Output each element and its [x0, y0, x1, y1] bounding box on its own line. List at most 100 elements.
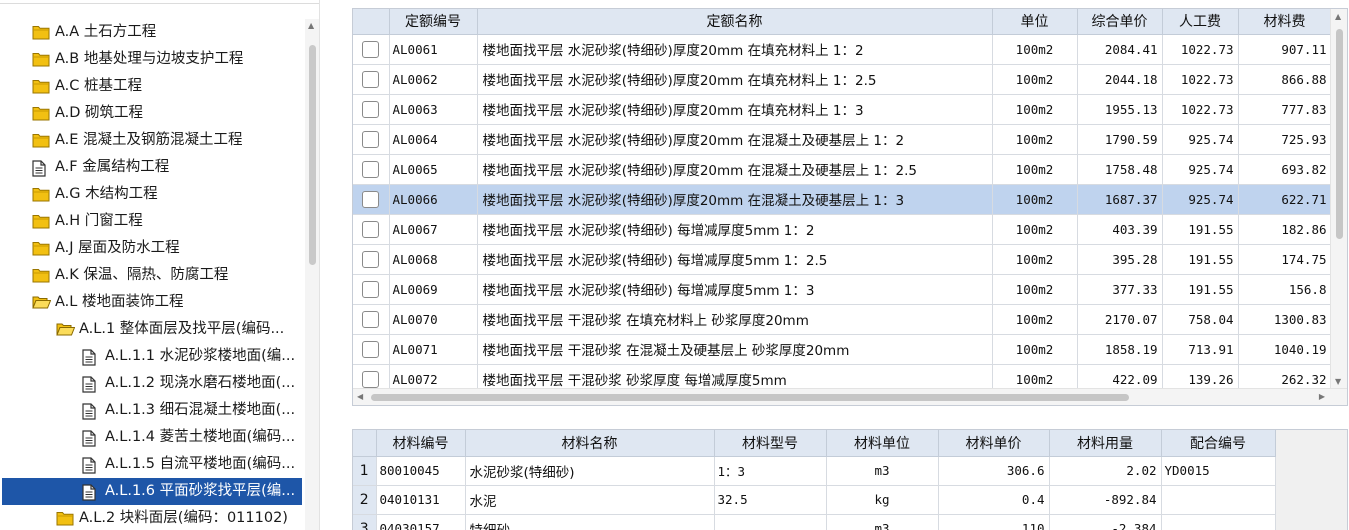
tree-node[interactable]: A.L.1.4 菱苦土楼地面(编码...	[0, 424, 306, 451]
scroll-down-arrow-icon[interactable]: ▼	[1335, 377, 1341, 386]
tree-node-label: A.L.1.2 现浇水磨石楼地面(...	[105, 375, 296, 391]
quota-table: 定额编号 定额名称 单位 综合单价 人工费 材料费 AL0061 楼地面找平层 水…	[353, 9, 1332, 395]
table-row[interactable]: 1 80010045 水泥砂浆(特细砂) 1：3 m3 306.6 2.02 YD0015	[353, 456, 1276, 486]
scroll-left-arrow-icon[interactable]: ◀	[357, 392, 363, 401]
document-icon	[82, 457, 96, 478]
tree-node[interactable]: A.K 保温、隔热、防腐工程	[0, 262, 306, 289]
quota-name-cell: 楼地面找平层 水泥砂浆(特细砂) 每增减厚度5mm 1：3	[477, 274, 993, 305]
tree-node[interactable]: A.G 木结构工程	[0, 181, 306, 208]
material-price-cell: 306.6	[938, 456, 1050, 486]
material-grid-panel: 材料编号 材料名称 材料型号 材料单位 材料单价 材料用量 配合编号 1 8001…	[352, 429, 1348, 530]
row-checkbox[interactable]	[362, 130, 380, 148]
tree-node[interactable]: A.H 门窗工程	[0, 208, 306, 235]
material-name-cell: 特细砂	[465, 514, 715, 530]
quota-unit-cell: 100m2	[992, 124, 1078, 155]
scroll-up-arrow-icon[interactable]: ▲	[308, 21, 314, 30]
column-header-material-name[interactable]: 材料名称	[465, 430, 715, 457]
tree-node[interactable]: A.E 混凝土及钢筋混凝土工程	[0, 127, 306, 154]
tree-node[interactable]: A.L.1.5 自流平楼地面(编码...	[0, 451, 306, 478]
row-checkbox[interactable]	[362, 310, 380, 328]
tree-vertical-scrollbar[interactable]: ▲	[305, 19, 319, 530]
tree-node[interactable]: A.A 土石方工程	[0, 19, 306, 46]
column-header-mix-code[interactable]: 配合编号	[1161, 430, 1276, 457]
tree-node[interactable]: A.J 屋面及防水工程	[0, 235, 306, 262]
quota-horizontal-scrollbar[interactable]: ◀ ▶	[353, 388, 1347, 405]
row-checkbox[interactable]	[362, 190, 380, 208]
row-checkbox[interactable]	[362, 100, 380, 118]
table-row[interactable]: AL0066 楼地面找平层 水泥砂浆(特细砂)厚度20mm 在混凝土及硬基层上 1…	[353, 184, 1332, 215]
quota-labor-cell: 1022.73	[1162, 64, 1239, 95]
row-checkbox[interactable]	[362, 160, 380, 178]
table-row[interactable]: AL0064 楼地面找平层 水泥砂浆(特细砂)厚度20mm 在混凝土及硬基层上 1…	[353, 124, 1332, 155]
quota-vscroll-thumb[interactable]	[1336, 29, 1343, 239]
tree-node[interactable]: A.L 楼地面装饰工程	[0, 289, 306, 316]
row-checkbox[interactable]	[362, 70, 380, 88]
column-header-material-unit[interactable]: 材料单位	[826, 430, 939, 457]
folder-closed-icon	[56, 511, 74, 530]
quota-code-cell: AL0062	[389, 64, 478, 95]
tree-node[interactable]: A.L.1.6 平面砂浆找平层(编...	[0, 478, 306, 505]
mix-code-cell	[1161, 514, 1276, 530]
quota-material-cell: 156.8	[1238, 274, 1332, 305]
row-checkbox[interactable]	[362, 220, 380, 238]
material-model-cell: 1：3	[714, 456, 827, 486]
table-row[interactable]: AL0071 楼地面找平层 干混砂浆 在混凝土及硬基层上 砂浆厚度20mm 100m…	[353, 334, 1332, 365]
table-row[interactable]: 304030157特细砂 m3110-2.384	[353, 514, 1276, 530]
table-row[interactable]: AL0070 楼地面找平层 干混砂浆 在填充材料上 砂浆厚度20mm 100m2 21…	[353, 304, 1332, 335]
table-row[interactable]: AL0065 楼地面找平层 水泥砂浆(特细砂)厚度20mm 在混凝土及硬基层上 1…	[353, 154, 1332, 185]
material-unit-cell: m3	[826, 456, 939, 486]
tree-node[interactable]: A.L.1.3 细石混凝土楼地面(...	[0, 397, 306, 424]
tree-node[interactable]: A.L.1.1 水泥砂浆楼地面(编...	[0, 343, 306, 370]
column-header-material-qty[interactable]: 材料用量	[1049, 430, 1162, 457]
quota-code-cell: AL0068	[389, 244, 478, 275]
material-unit-cell: m3	[826, 514, 939, 530]
quota-price-cell: 2170.07	[1077, 304, 1163, 335]
table-row[interactable]: AL0063 楼地面找平层 水泥砂浆(特细砂)厚度20mm 在填充材料上 1：3 1…	[353, 94, 1332, 125]
quota-price-cell: 1955.13	[1077, 94, 1163, 125]
tree-scroll-thumb[interactable]	[309, 45, 316, 265]
quota-labor-cell: 925.74	[1162, 154, 1239, 185]
tree-node[interactable]: A.D 砌筑工程	[0, 100, 306, 127]
tree-node[interactable]: A.L.2 块料面层(编码：011102)	[0, 505, 306, 530]
column-header-name[interactable]: 定额名称	[477, 9, 993, 35]
table-row[interactable]: AL0068 楼地面找平层 水泥砂浆(特细砂) 每增减厚度5mm 1：2.5 100…	[353, 244, 1332, 275]
scroll-up-arrow-icon[interactable]: ▲	[1335, 12, 1341, 21]
tree-node[interactable]: A.L.1.2 现浇水磨石楼地面(...	[0, 370, 306, 397]
column-header-material-model[interactable]: 材料型号	[714, 430, 827, 457]
scroll-right-arrow-icon[interactable]: ▶	[1319, 392, 1325, 401]
column-header-labor[interactable]: 人工费	[1162, 9, 1239, 35]
tree-node[interactable]: A.B 地基处理与边坡支护工程	[0, 46, 306, 73]
quota-material-cell: 622.71	[1238, 184, 1332, 215]
column-header-material-code[interactable]: 材料编号	[376, 430, 466, 457]
column-header-unit[interactable]: 单位	[992, 9, 1078, 35]
table-row[interactable]: 2 04010131 水泥 32.5 kg 0.4 -892.84	[353, 485, 1276, 515]
folder-open-icon	[56, 322, 76, 341]
tree-node[interactable]: A.C 桩基工程	[0, 73, 306, 100]
tree-node[interactable]: A.L.1 整体面层及找平层(编码...	[0, 316, 306, 343]
row-checkbox[interactable]	[362, 40, 380, 58]
quota-vertical-scrollbar[interactable]: ▲ ▼	[1330, 9, 1347, 389]
document-icon	[82, 376, 96, 397]
quota-hscroll-thumb[interactable]	[371, 394, 1129, 401]
folder-closed-icon	[32, 25, 50, 44]
material-code-cell: 04010131	[376, 485, 466, 515]
quota-labor-cell: 925.74	[1162, 184, 1239, 215]
row-checkbox[interactable]	[362, 340, 380, 358]
document-icon	[82, 349, 96, 370]
row-checkbox[interactable]	[362, 370, 380, 388]
row-checkbox[interactable]	[362, 280, 380, 298]
quota-name-cell: 楼地面找平层 水泥砂浆(特细砂) 每增减厚度5mm 1：2	[477, 214, 993, 245]
column-header-material[interactable]: 材料费	[1238, 9, 1332, 35]
row-checkbox[interactable]	[362, 250, 380, 268]
column-header-price[interactable]: 综合单价	[1077, 9, 1163, 35]
quota-name-cell: 楼地面找平层 水泥砂浆(特细砂)厚度20mm 在填充材料上 1：2.5	[477, 64, 993, 95]
table-row[interactable]: AL0062 楼地面找平层 水泥砂浆(特细砂)厚度20mm 在填充材料上 1：2.…	[353, 64, 1332, 95]
column-header-material-price[interactable]: 材料单价	[938, 430, 1050, 457]
material-qty-cell: 2.02	[1049, 456, 1162, 486]
table-row[interactable]: AL0061 楼地面找平层 水泥砂浆(特细砂)厚度20mm 在填充材料上 1：2 1…	[353, 34, 1332, 65]
column-header-code[interactable]: 定额编号	[389, 9, 478, 35]
tree-node[interactable]: A.F 金属结构工程	[0, 154, 306, 181]
quota-price-cell: 403.39	[1077, 214, 1163, 245]
table-row[interactable]: AL0067 楼地面找平层 水泥砂浆(特细砂) 每增减厚度5mm 1：2 100m2…	[353, 214, 1332, 245]
table-row[interactable]: AL0069 楼地面找平层 水泥砂浆(特细砂) 每增减厚度5mm 1：3 100m2…	[353, 274, 1332, 305]
